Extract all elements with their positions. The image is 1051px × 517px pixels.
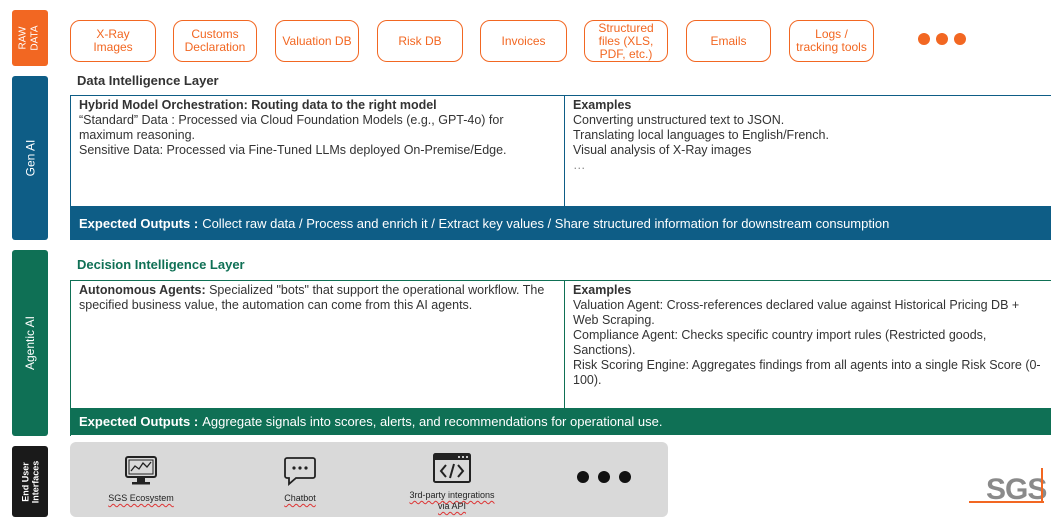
agentic-expected-outputs-label: Expected Outputs : (79, 414, 199, 429)
chat-bubble-icon (284, 457, 316, 486)
raw-source-invoices: Invoices (480, 20, 567, 62)
raw-source-xray: X-Ray Images (70, 20, 156, 62)
raw-source-emails: Emails (686, 20, 771, 62)
sgs-ecosystem-item: SGS Ecosystem (96, 455, 186, 504)
valuation-agent-text: Valuation Agent: Cross-references declar… (573, 298, 1020, 327)
agentic-expected-outputs-bar: Expected Outputs : Aggregate signals int… (71, 408, 1051, 435)
autonomous-agents-cell: Autonomous Agents: Specialized "bots" th… (71, 281, 564, 315)
agentic-expected-outputs-text: Aggregate signals into scores, alerts, a… (202, 414, 663, 429)
agentic-examples-heading: Examples (573, 283, 632, 297)
risk-scoring-engine-text: Risk Scoring Engine: Aggregates findings… (573, 358, 1041, 387)
standard-data-text: “Standard” Data : Processed via Cloud Fo… (79, 113, 504, 142)
decision-intelligence-table: Autonomous Agents: Specialized "bots" th… (70, 280, 1051, 436)
raw-source-valuation-db: Valuation DB (275, 20, 359, 62)
hybrid-orchestration-heading: Hybrid Model Orchestration: Routing data… (79, 98, 437, 112)
autonomous-agents-heading: Autonomous Agents: (79, 283, 206, 297)
third-party-api-item: 3rd-party integrations via API (392, 452, 512, 512)
gen-example-more: … (573, 158, 586, 172)
sgs-ecosystem-label: SGS Ecosystem (108, 493, 174, 503)
monitor-dashboard-icon (125, 456, 157, 485)
gen-expected-outputs-bar: Expected Outputs : Collect raw data / Pr… (71, 206, 1051, 240)
gen-example-1: Converting unstructured text to JSON. (573, 113, 785, 127)
raw-source-structured-files: Structured files (XLS, PDF, etc.) (584, 20, 668, 62)
sensitive-data-text: Sensitive Data: Processed via Fine-Tuned… (79, 143, 507, 157)
third-party-api-label: 3rd-party integrations via API (409, 490, 495, 511)
gen-example-2: Translating local languages to English/F… (573, 128, 829, 142)
gen-expected-outputs-text: Collect raw data / Process and enrich it… (202, 215, 890, 231)
chatbot-item: Chatbot (260, 455, 340, 504)
raw-source-customs: Customs Declaration (173, 20, 257, 62)
raw-source-risk-db: Risk DB (377, 20, 463, 62)
compliance-agent-text: Compliance Agent: Checks specific countr… (573, 328, 987, 357)
sgs-logo: SGS (969, 468, 1047, 506)
gen-examples-cell: Examples Converting unstructured text to… (565, 96, 1051, 175)
raw-source-logs: Logs / tracking tools (789, 20, 874, 62)
gen-expected-outputs-label: Expected Outputs : (79, 215, 199, 231)
end-user-interfaces-side-label: End User Interfaces (12, 446, 48, 517)
gen-examples-heading: Examples (573, 98, 632, 112)
more-interfaces-ellipsis (577, 471, 631, 483)
agentic-ai-side-label: Agentic AI (12, 250, 48, 436)
chatbot-label: Chatbot (284, 493, 316, 503)
gen-example-3: Visual analysis of X-Ray images (573, 143, 752, 157)
data-intelligence-table: Hybrid Model Orchestration: Routing data… (70, 95, 1051, 240)
decision-intelligence-layer-title: Decision Intelligence Layer (77, 257, 245, 272)
gen-ai-side-label: Gen AI (12, 76, 48, 240)
hybrid-orchestration-cell: Hybrid Model Orchestration: Routing data… (71, 96, 564, 160)
agentic-examples-cell: Examples Valuation Agent: Cross-referenc… (565, 281, 1051, 390)
code-window-icon (433, 453, 471, 483)
raw-data-side-label: RAW DATA (12, 10, 48, 66)
more-sources-ellipsis (918, 33, 966, 45)
data-intelligence-layer-title: Data Intelligence Layer (77, 73, 219, 88)
